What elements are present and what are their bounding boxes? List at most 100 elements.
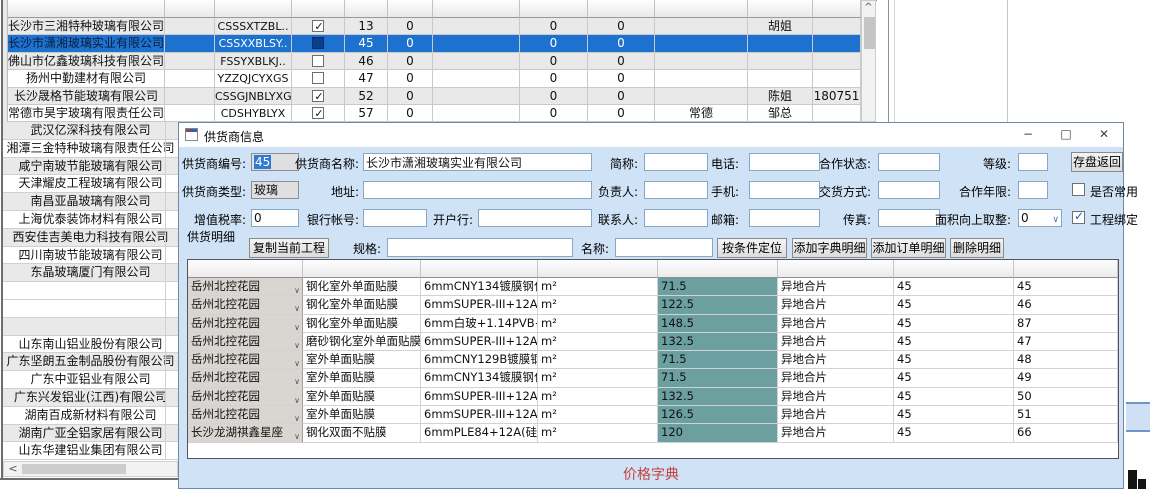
coop-years-field[interactable] <box>1018 181 1048 199</box>
list-item[interactable]: 湖南广亚全铝家居有限公司 <box>3 425 178 443</box>
table-row[interactable]: 岳州北控花园∨ 钢化室外单面贴膜 6mm白玻+1.14PVB+6mm.. m² … <box>188 315 1118 333</box>
add-dict-detail-button[interactable]: 添加字典明细 <box>792 238 867 258</box>
minimize-button[interactable]: − <box>1009 123 1047 147</box>
list-item[interactable] <box>3 318 178 336</box>
column-header[interactable] <box>655 0 748 18</box>
checkbox-icon[interactable] <box>312 20 324 32</box>
table-row[interactable]: 岳州北控花园∨ 室外单面贴膜 6mmCNY134镀膜钢化 m² 71.5 异地合… <box>188 369 1118 387</box>
column-header[interactable] <box>292 0 345 18</box>
delivery-field[interactable] <box>878 181 940 199</box>
column-header[interactable] <box>433 0 520 18</box>
column-header[interactable] <box>388 0 433 18</box>
table-row[interactable]: 长沙市三湘特种玻璃有限公司 CSSSXTZBL.. 13 0 0 0 胡姐 <box>8 18 861 35</box>
project-bind-checkbox[interactable] <box>1072 211 1085 224</box>
checkbox-icon[interactable] <box>312 72 324 84</box>
project-combo-cell[interactable]: 岳州北控花园∨ <box>188 278 303 296</box>
grade-field[interactable] <box>1018 153 1048 171</box>
list-item[interactable]: 武汉亿深科技有限公司 <box>3 122 178 140</box>
close-button[interactable]: ✕ <box>1085 123 1123 147</box>
list-item[interactable]: 天津耀皮工程玻璃有限公司 <box>3 175 178 193</box>
column-header[interactable] <box>658 260 778 278</box>
project-combo-cell[interactable]: 岳州北控花园∨ <box>188 315 303 333</box>
table-row[interactable]: 岳州北控花园∨ 室外单面贴膜 6mmSUPER-III+12A(硅.. m² 1… <box>188 406 1118 424</box>
list-item[interactable]: 广东兴发铝业(江西)有限公司 <box>3 389 178 407</box>
table-row[interactable]: 长沙市潇湘玻璃实业有限公司 CSSXXBLSY.. 45 0 0 0 <box>8 35 861 52</box>
list-item[interactable]: 广东中亚铝业有限公司 <box>3 371 178 389</box>
scrollbar-thumb[interactable] <box>22 464 126 474</box>
column-header[interactable] <box>421 260 538 278</box>
save-return-button[interactable]: 存盘返回 <box>1071 152 1123 172</box>
column-header[interactable] <box>215 0 292 18</box>
column-header[interactable] <box>894 260 1014 278</box>
project-combo-cell[interactable]: 岳州北控花园∨ <box>188 351 303 369</box>
project-combo-cell[interactable]: 岳州北控花园∨ <box>188 333 303 351</box>
list-item[interactable]: 山东华建铝业集团有限公司 <box>3 442 178 460</box>
column-header[interactable] <box>588 0 655 18</box>
table-row[interactable]: 岳州北控花园∨ 磨砂钢化室外单面贴膜 6mmSUPER-III+12A(硅.. … <box>188 333 1118 351</box>
list-item[interactable]: 西安佳吉美电力科技有限公司 <box>3 229 178 247</box>
dialog-titlebar[interactable]: 供货商信息 − □ ✕ <box>179 123 1123 147</box>
list-item[interactable]: 广东坚朗五金制品股份有限公司 <box>3 353 178 371</box>
column-header[interactable] <box>748 0 813 18</box>
table-row[interactable]: 长沙晟格节能玻璃有限公司 CSSGJNBLYXGS 52 0 0 0 陈姐 18… <box>8 88 861 105</box>
column-header[interactable] <box>303 260 421 278</box>
checkbox-icon[interactable] <box>312 55 324 67</box>
coop-status-field[interactable] <box>878 153 940 171</box>
table-row[interactable]: 佛山市亿鑫玻璃科技有限公司 FSSYXBLKJ.. 46 0 0 0 <box>8 53 861 70</box>
list-item[interactable]: 上海优泰装饰材料有限公司 <box>3 211 178 229</box>
common-checkbox[interactable] <box>1072 183 1085 196</box>
address-field[interactable] <box>363 181 592 199</box>
list-item[interactable]: 山东南山铝业股份有限公司 <box>3 336 178 354</box>
supplier-name-field[interactable] <box>363 153 592 171</box>
maximize-button[interactable]: □ <box>1047 123 1085 147</box>
checkbox-icon[interactable] <box>312 90 324 102</box>
table-row[interactable]: 岳州北控花园∨ 室外单面贴膜 6mmCNY129B镀膜钢化 m² 71.5 异地… <box>188 351 1118 369</box>
delete-detail-button[interactable]: 删除明细 <box>950 238 1004 258</box>
checkbox-icon[interactable] <box>312 107 324 119</box>
scroll-up-icon[interactable]: ^ <box>862 1 875 16</box>
table-row[interactable]: 长沙龙湖祺鑫星座∨ 钢化双面不贴膜 6mmPLE84+12A(硅酮胶.. m² … <box>188 424 1118 442</box>
column-header[interactable] <box>165 0 215 18</box>
table-row[interactable]: 扬州中勤建材有限公司 YZZQJCYXGS 47 0 0 0 <box>8 70 861 87</box>
column-header[interactable] <box>1014 260 1118 278</box>
project-combo-cell[interactable]: 岳州北控花园∨ <box>188 406 303 424</box>
project-combo-cell[interactable]: 岳州北控花园∨ <box>188 369 303 387</box>
list-item[interactable]: 湘潭三金特种玻璃有限责任公司 <box>3 140 178 158</box>
list-item[interactable]: 东晶玻璃厦门有限公司 <box>3 264 178 282</box>
scroll-left-icon[interactable]: < <box>6 462 20 476</box>
spec-filter-input[interactable] <box>387 238 573 257</box>
column-header[interactable] <box>778 260 894 278</box>
horizontal-scrollbar[interactable]: < <box>3 461 178 477</box>
fee-cell: 0 <box>588 53 655 70</box>
table-row[interactable]: 岳州北控花园∨ 钢化室外单面贴膜 6mmCNY134镀膜钢化 m² 71.5 异… <box>188 278 1118 296</box>
table-row[interactable]: 岳州北控花园∨ 室外单面贴膜 6mmSUPER-III+12A(硅.. m² 1… <box>188 388 1118 406</box>
type-cell: 0 <box>388 53 433 70</box>
scrollbar-thumb[interactable] <box>864 17 875 49</box>
column-header[interactable] <box>8 0 165 18</box>
list-item[interactable]: 咸宁南玻节能玻璃有限公司 <box>3 158 178 176</box>
name-filter-input[interactable] <box>615 238 713 257</box>
column-header[interactable] <box>345 0 388 18</box>
bank-field[interactable] <box>478 209 592 227</box>
list-item[interactable]: 四川南玻节能玻璃有限公司 <box>3 247 178 265</box>
list-item[interactable]: 南昌亚晶玻璃有限公司 <box>3 193 178 211</box>
list-item[interactable] <box>3 300 178 318</box>
checkbox-icon[interactable] <box>312 37 324 49</box>
column-header[interactable] <box>188 260 303 278</box>
name-filter-label: 名称: <box>559 241 609 257</box>
add-order-detail-button[interactable]: 添加订单明细 <box>871 238 946 258</box>
list-item[interactable] <box>3 282 178 300</box>
column-header[interactable] <box>538 260 658 278</box>
project-combo-cell[interactable]: 长沙龙湖祺鑫星座∨ <box>188 424 303 442</box>
round-up-combo[interactable]: 0∨ <box>1018 209 1062 227</box>
vertical-scrollbar[interactable]: ^ <box>861 0 876 122</box>
project-combo-cell[interactable]: 岳州北控花园∨ <box>188 388 303 406</box>
column-header[interactable] <box>813 0 861 18</box>
column-header[interactable] <box>520 0 588 18</box>
project-combo-cell[interactable]: 岳州北控花园∨ <box>188 296 303 314</box>
locate-button[interactable]: 按条件定位 <box>717 238 787 258</box>
copy-project-button[interactable]: 复制当前工程 <box>249 238 329 258</box>
table-row[interactable]: 岳州北控花园∨ 钢化室外单面贴膜 6mmSUPER-III+12A(硅.. m²… <box>188 296 1118 314</box>
table-row[interactable]: 常德市昊宇玻璃有限责任公司 CDSHYBLYX 57 0 0 0 常德 邹总 <box>8 105 861 122</box>
list-item[interactable]: 湖南百成新材料有限公司 <box>3 407 178 425</box>
